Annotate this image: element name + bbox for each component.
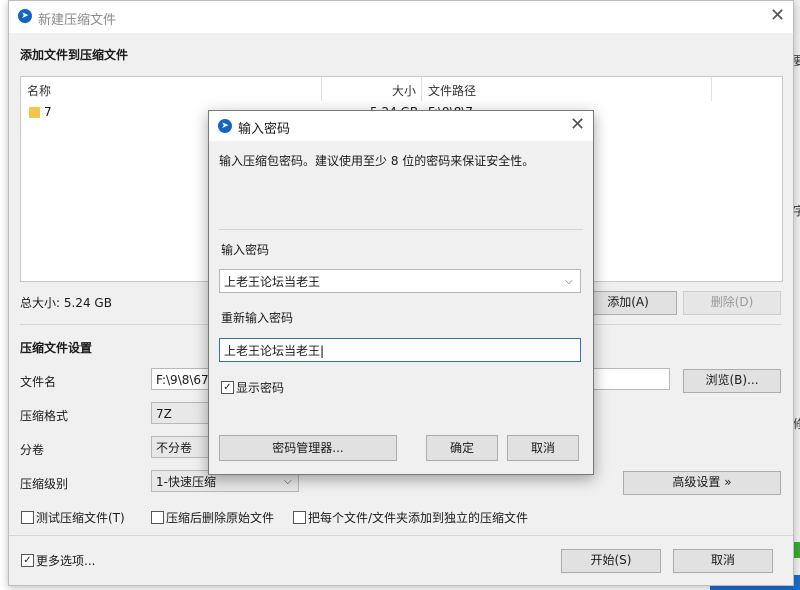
column-divider[interactable] (321, 77, 322, 101)
column-header-path[interactable]: 文件路径 (428, 82, 476, 100)
separate-archives-checkbox[interactable] (293, 511, 306, 524)
column-header-size[interactable]: 大小 (392, 82, 416, 100)
password-combo[interactable]: 上老王论坛当老王 ⌵ (219, 269, 581, 293)
column-header-name[interactable]: 名称 (27, 82, 51, 100)
reenter-password-label: 重新输入密码 (221, 311, 294, 325)
chevron-down-icon[interactable]: ⌵ (565, 270, 573, 292)
total-size: 总大小: 5.24 GB (20, 296, 112, 310)
volume-label: 分卷 (20, 443, 45, 457)
reenter-password-value: 上老王论坛当老王 (224, 344, 321, 358)
app-logo-icon: ➤ (218, 119, 232, 133)
delete-after-label[interactable]: 压缩后删除原始文件 (166, 509, 274, 526)
check-icon: ✓ (223, 382, 232, 393)
window-title: 新建压缩文件 (38, 13, 117, 28)
level-value: 1-快速压缩 (156, 475, 216, 489)
column-divider[interactable] (711, 77, 712, 101)
password-manager-button[interactable]: 密码管理器... (219, 435, 397, 461)
settings-heading: 压缩文件设置 (20, 341, 93, 355)
reenter-password-input[interactable]: 上老王论坛当老王| (219, 338, 581, 362)
filename-label: 文件名 (20, 375, 57, 389)
show-password-label[interactable]: 显示密码 (236, 379, 284, 396)
test-archive-label[interactable]: 测试压缩文件(T) (36, 509, 125, 526)
separate-archives-label[interactable]: 把每个文件/文件夹添加到独立的压缩文件 (308, 509, 528, 526)
dialog-titlebar: ➤ 输入密码 ✕ (209, 111, 593, 141)
folder-icon (29, 107, 40, 118)
file-name: 7 (44, 105, 52, 119)
more-options-checkbox[interactable]: ✓ (21, 554, 34, 567)
browse-button[interactable]: 浏览(B)... (683, 369, 781, 393)
start-button[interactable]: 开始(S) (561, 549, 661, 573)
dialog-title: 输入密码 (238, 122, 291, 137)
check-icon: ✓ (23, 555, 32, 566)
advanced-settings-button[interactable]: 高级设置 » (623, 471, 781, 495)
close-icon[interactable]: ✕ (770, 7, 785, 25)
text-cursor: | (320, 344, 325, 358)
password-value: 上老王论坛当老王 (224, 275, 321, 289)
cancel-button[interactable]: 取消 (673, 549, 773, 573)
cancel-button[interactable]: 取消 (507, 435, 579, 461)
divider (9, 535, 793, 536)
dialog-description: 输入压缩包密码。建议使用至少 8 位的密码来保证安全性。 (219, 154, 535, 168)
test-archive-checkbox[interactable] (21, 511, 34, 524)
delete-after-checkbox[interactable] (151, 511, 164, 524)
background-text-fragment: 修 (793, 417, 800, 431)
app-logo-icon: ➤ (18, 9, 32, 23)
show-password-checkbox[interactable]: ✓ (221, 381, 234, 394)
close-icon[interactable]: ✕ (570, 116, 585, 134)
ok-button[interactable]: 确定 (426, 435, 498, 461)
delete-button[interactable]: 删除(D) (683, 291, 781, 315)
background-text-fragment: 字 (793, 204, 800, 218)
background-text-fragment: 要 (793, 54, 800, 68)
format-label: 压缩格式 (20, 409, 69, 423)
window-titlebar: ➤ 新建压缩文件 ✕ (9, 1, 793, 33)
password-dialog: ➤ 输入密码 ✕ 输入压缩包密码。建议使用至少 8 位的密码来保证安全性。 输入… (208, 110, 594, 475)
divider (219, 229, 583, 230)
level-label: 压缩级别 (20, 477, 69, 491)
volume-value: 不分卷 (156, 441, 193, 455)
more-options-label[interactable]: 更多选项... (36, 552, 95, 569)
enter-password-label: 输入密码 (221, 243, 270, 257)
column-divider[interactable] (421, 77, 422, 101)
format-value: 7Z (156, 407, 172, 421)
add-files-heading: 添加文件到压缩文件 (20, 48, 129, 62)
